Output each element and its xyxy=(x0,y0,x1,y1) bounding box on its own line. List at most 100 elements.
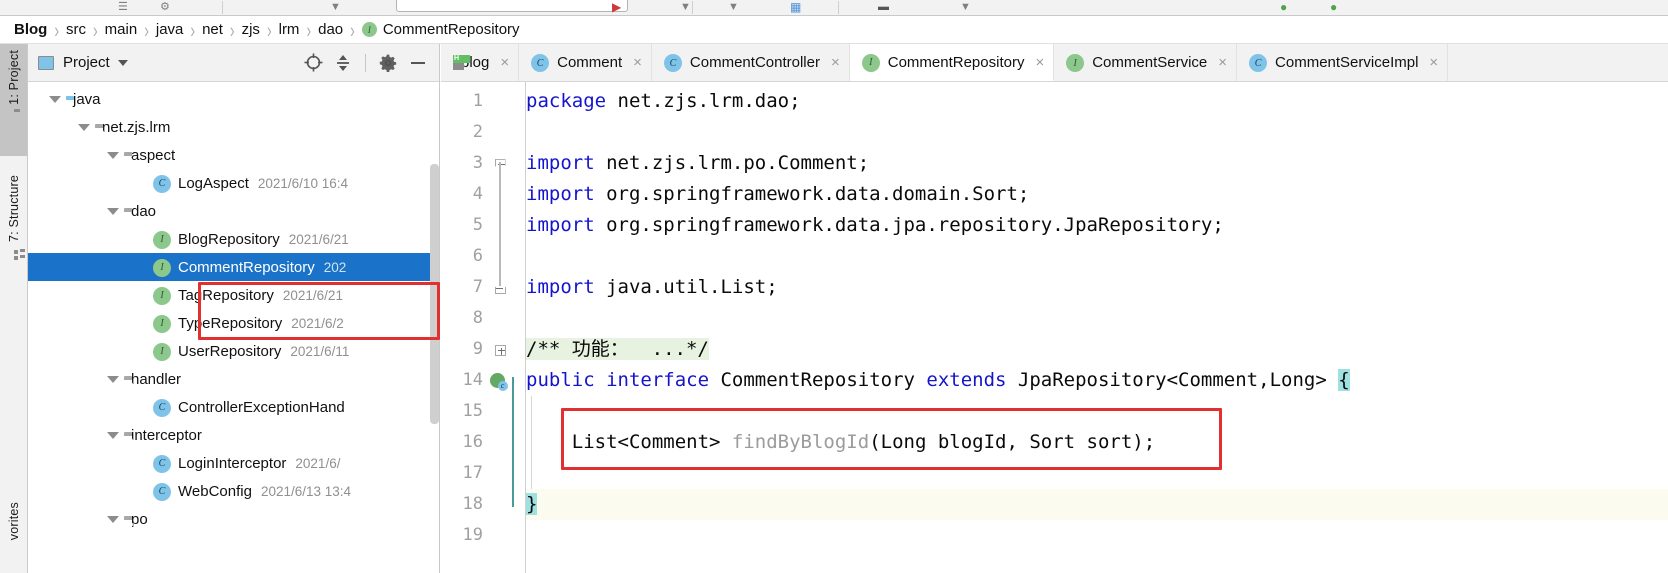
toolbar-icon-1[interactable]: ☰ xyxy=(118,0,128,14)
code-token: public xyxy=(526,369,595,391)
code-line-7[interactable]: import java.util.List; xyxy=(526,272,1668,303)
editor-tab-commentservice[interactable]: ICommentService× xyxy=(1054,44,1237,81)
toolbar-icon-4[interactable]: ▼ xyxy=(680,0,691,14)
code-line-17[interactable] xyxy=(526,458,1668,489)
code-line-18[interactable]: } xyxy=(526,489,1668,520)
line-number: 3 xyxy=(443,148,483,179)
breadcrumb-item-lrm[interactable]: lrm xyxy=(279,21,300,38)
chevron-down-icon[interactable] xyxy=(107,432,119,439)
code-line-15[interactable] xyxy=(526,396,1668,427)
project-panel-actions xyxy=(300,50,431,76)
tree-row[interactable]: ITagRepository2021/6/21 xyxy=(28,281,439,309)
toolbar-icon-5[interactable]: ▼ xyxy=(728,0,739,14)
chevron-down-icon[interactable] xyxy=(118,60,128,66)
editor-tab-commentcontroller[interactable]: CCommentController× xyxy=(652,44,850,81)
code-content[interactable]: package net.zjs.lrm.dao; import net.zjs.l… xyxy=(526,82,1668,573)
tree-row[interactable]: CWebConfig2021/6/13 13:4 xyxy=(28,477,439,505)
project-tree-scrollbar[interactable] xyxy=(430,164,439,424)
code-line-4[interactable]: import org.springframework.data.domain.S… xyxy=(526,179,1668,210)
tree-row[interactable]: aspect xyxy=(28,141,439,169)
run-icon[interactable]: ▶ xyxy=(612,0,621,14)
line-number: 17 xyxy=(443,458,483,489)
code-line-9[interactable]: /** 功能： ...*/ xyxy=(526,334,1668,365)
close-icon[interactable]: × xyxy=(1429,55,1438,70)
chevron-down-icon[interactable] xyxy=(49,96,61,103)
class-badge-icon: C xyxy=(153,173,171,193)
tree-row[interactable]: po xyxy=(28,505,439,533)
breadcrumb-item-src[interactable]: src xyxy=(66,21,86,38)
implemented-by-gutter-icon[interactable] xyxy=(487,365,507,396)
close-icon[interactable]: × xyxy=(1035,55,1044,70)
collapse-all-icon[interactable] xyxy=(330,50,356,76)
tree-row[interactable]: ICommentRepository202 xyxy=(28,253,439,281)
breadcrumb-item-blog[interactable]: Blog xyxy=(14,21,47,38)
gear-icon[interactable] xyxy=(375,50,401,76)
breadcrumb-item-zjs[interactable]: zjs xyxy=(242,21,260,38)
code-line-2[interactable] xyxy=(526,117,1668,148)
tree-item-timestamp: 202 xyxy=(324,260,347,275)
code-line-5[interactable]: import org.springframework.data.jpa.repo… xyxy=(526,210,1668,241)
scroll-from-source-icon[interactable] xyxy=(300,50,326,76)
tree-row[interactable]: dao xyxy=(28,197,439,225)
editor-tab-commentrepository[interactable]: ICommentRepository× xyxy=(850,44,1054,81)
code-line-16[interactable]: List<Comment> findByBlogId(Long blogId, … xyxy=(526,427,1668,458)
toolbar-icon-8[interactable]: ▼ xyxy=(960,0,971,14)
code-line-3[interactable]: import net.zjs.lrm.po.Comment; xyxy=(526,148,1668,179)
editor-tab-blog[interactable]: Hblog× xyxy=(441,44,519,81)
editor-gutter[interactable]: 123456789141516171819 xyxy=(441,82,525,573)
toolbar-icon-7[interactable]: ▬ xyxy=(878,0,889,14)
toolbar-icon-3[interactable]: ▼ xyxy=(330,0,341,14)
chevron-down-icon[interactable] xyxy=(107,516,119,523)
toolbar-icon-2[interactable]: ⚙ xyxy=(160,0,170,14)
breadcrumb-item-main[interactable]: main xyxy=(105,21,138,38)
code-line-14[interactable]: public interface CommentRepository exten… xyxy=(526,365,1668,396)
code-line-8[interactable] xyxy=(526,303,1668,334)
close-icon[interactable]: × xyxy=(831,55,840,70)
breadcrumb-item-net[interactable]: net xyxy=(202,21,223,38)
editor-area: Hblog×CComment×CCommentController× IComme… xyxy=(441,44,1668,573)
editor-tab-comment[interactable]: CComment× xyxy=(519,44,652,81)
tree-row[interactable]: interceptor xyxy=(28,421,439,449)
breadcrumb-label: src xyxy=(66,21,86,38)
interface-badge-icon: I xyxy=(362,22,377,37)
code-editor[interactable]: 123456789141516171819 package net.zjs.lr… xyxy=(441,82,1668,573)
editor-tab-commentserviceimpl[interactable]: CCommentServiceImpl× xyxy=(1237,44,1448,81)
breadcrumb-separator: › xyxy=(54,18,59,42)
fold-toggle-icon[interactable] xyxy=(493,334,507,365)
chevron-down-icon[interactable] xyxy=(107,152,119,159)
breadcrumb-item-dao[interactable]: dao xyxy=(318,21,343,38)
toolbar-icon-6[interactable]: ▦ xyxy=(790,0,801,14)
tree-row[interactable]: CLogAspect2021/6/10 16:4 xyxy=(28,169,439,197)
class-fold-region-line xyxy=(512,377,514,507)
tree-row[interactable]: net.zjs.lrm xyxy=(28,113,439,141)
close-icon[interactable]: × xyxy=(1218,55,1227,70)
tree-row[interactable]: ITypeRepository2021/6/2 xyxy=(28,309,439,337)
breadcrumb-item-java[interactable]: java xyxy=(156,21,184,38)
sidebar-item-favorites[interactable]: vorites xyxy=(0,496,27,573)
code-token: import xyxy=(526,183,595,205)
chevron-down-icon[interactable] xyxy=(78,124,90,131)
sidebar-item-project[interactable]: 1: Project xyxy=(0,44,27,156)
run-configuration-selector[interactable] xyxy=(396,0,628,12)
project-tree[interactable]: javanet.zjs.lrmaspectCLogAspect2021/6/10… xyxy=(28,82,439,573)
chevron-down-icon[interactable] xyxy=(107,208,119,215)
breadcrumb-item-commentrepository[interactable]: ICommentRepository xyxy=(362,21,520,38)
tree-row[interactable]: IBlogRepository2021/6/21 xyxy=(28,225,439,253)
code-token: (Long blogId, Sort sort); xyxy=(869,431,1155,453)
chevron-down-icon[interactable] xyxy=(107,376,119,383)
tree-row[interactable]: CLoginInterceptor2021/6/ xyxy=(28,449,439,477)
code-line-19[interactable] xyxy=(526,520,1668,551)
code-line-1[interactable]: package net.zjs.lrm.dao; xyxy=(526,86,1668,117)
toolbar-icon-9[interactable]: ● xyxy=(1280,0,1287,14)
code-line-6[interactable] xyxy=(526,241,1668,272)
tree-row[interactable]: java xyxy=(28,85,439,113)
close-icon[interactable]: × xyxy=(633,55,642,70)
tree-row[interactable]: handler xyxy=(28,365,439,393)
tree-row[interactable]: CControllerExceptionHand xyxy=(28,393,439,421)
sidebar-item-structure[interactable]: 7: Structure xyxy=(0,169,27,297)
tree-row[interactable]: IUserRepository2021/6/11 xyxy=(28,337,439,365)
close-icon[interactable]: × xyxy=(500,55,509,70)
editor-tab-label: CommentRepository xyxy=(888,54,1025,71)
hide-panel-icon[interactable] xyxy=(405,50,431,76)
toolbar-icon-10[interactable]: ● xyxy=(1330,0,1337,14)
